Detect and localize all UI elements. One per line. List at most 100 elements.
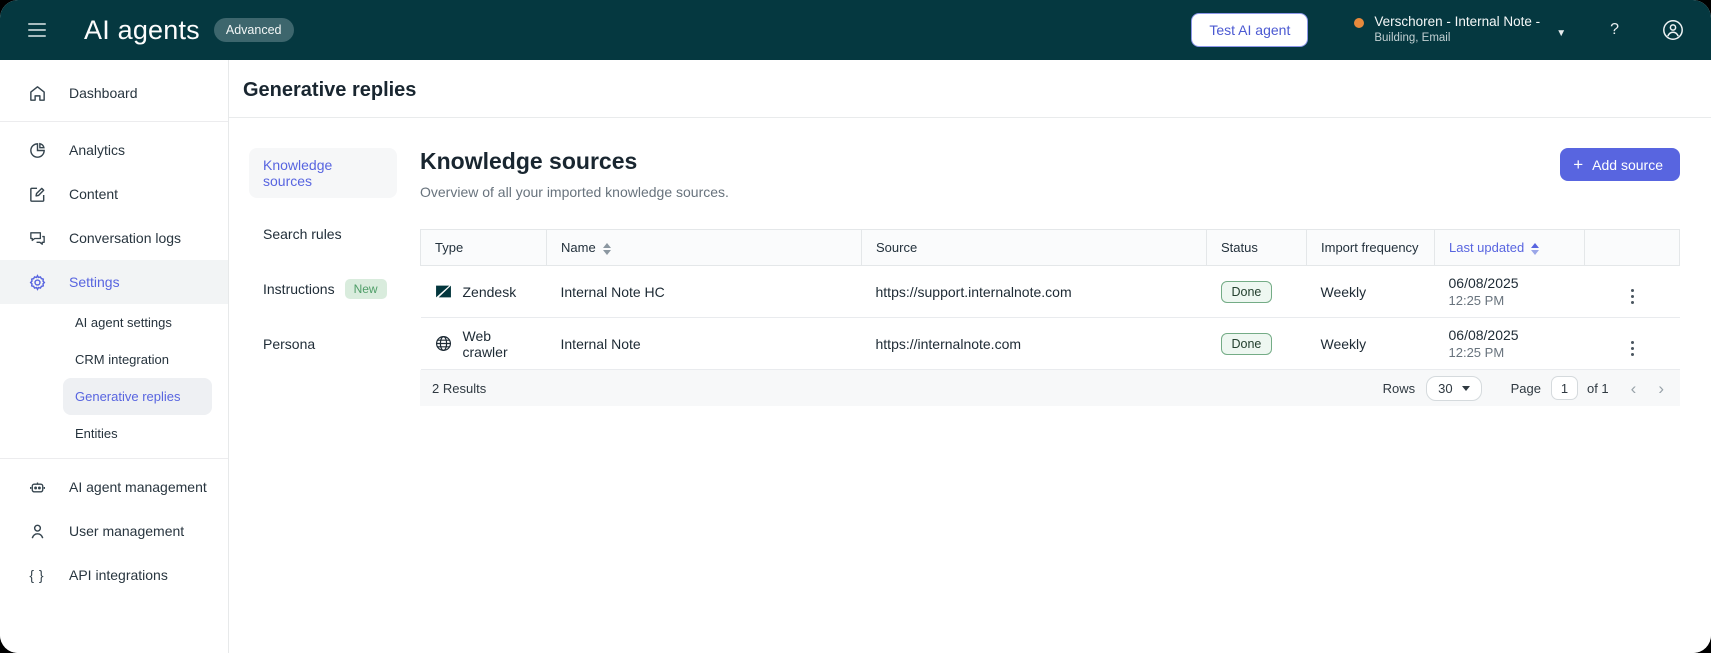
- column-label: Source: [876, 240, 918, 255]
- column-header-import-frequency[interactable]: Import frequency: [1306, 229, 1435, 266]
- column-header-name[interactable]: Name: [546, 229, 862, 266]
- import-frequency: Weekly: [1306, 265, 1435, 318]
- sidebar-subitem-generative-replies[interactable]: Generative replies: [63, 378, 212, 415]
- sidebar-item-label: API integrations: [69, 567, 168, 583]
- add-source-button[interactable]: + Add source: [1560, 148, 1680, 181]
- updated-date: 06/08/2025: [1448, 327, 1519, 343]
- sidebar-item-api-integrations[interactable]: { } API integrations: [0, 553, 228, 597]
- source-type: Web crawler: [462, 327, 508, 360]
- plan-badge: Advanced: [213, 18, 294, 42]
- test-ai-agent-button[interactable]: Test AI agent: [1191, 13, 1309, 47]
- chat-bubbles-icon: [27, 228, 47, 248]
- table-footer: 2 Results Rows 30 Page of 1 ‹ ›: [420, 370, 1680, 406]
- results-count: 2 Results: [432, 380, 487, 396]
- sidebar-item-label: Settings: [69, 274, 120, 290]
- person-icon: [27, 521, 47, 541]
- zendesk-icon: [435, 283, 452, 300]
- knowledge-sources-panel: Knowledge sources Overview of all your i…: [420, 148, 1680, 653]
- page-title: Generative replies: [243, 79, 417, 101]
- column-header-last-updated[interactable]: Last updated: [1434, 229, 1585, 266]
- page-title-bar: Generative replies: [229, 60, 1711, 118]
- column-header-source[interactable]: Source: [861, 229, 1207, 266]
- sidebar-item-content[interactable]: Content: [0, 172, 228, 216]
- add-source-label: Add source: [1592, 156, 1663, 173]
- hamburger-menu-icon[interactable]: [28, 23, 46, 37]
- sidebar-subitem-crm-integration[interactable]: CRM integration: [0, 341, 228, 378]
- sidebar-item-conversation-logs[interactable]: Conversation logs: [0, 216, 228, 260]
- help-icon[interactable]: ?: [1610, 21, 1619, 39]
- sidebar-subitem-entities[interactable]: Entities: [0, 415, 228, 452]
- app-window: AI agents Advanced Test AI agent Verscho…: [0, 0, 1711, 653]
- page-number-input[interactable]: [1550, 376, 1578, 400]
- sort-icon: [602, 242, 611, 255]
- sidebar-subitem-label: CRM integration: [75, 352, 169, 367]
- tab-instructions[interactable]: Instructions New: [249, 270, 401, 308]
- rows-per-page-select[interactable]: 30: [1426, 375, 1482, 401]
- tab-persona[interactable]: Persona: [249, 327, 329, 361]
- account-menu[interactable]: Verschoren - Internal Note - Building, E…: [1354, 14, 1566, 45]
- edit-square-icon: [27, 184, 47, 204]
- source-name: Internal Note HC: [546, 265, 862, 318]
- section-heading: Knowledge sources: [420, 148, 638, 174]
- column-label: Import frequency: [1321, 240, 1419, 255]
- status-badge: Done: [1220, 280, 1273, 303]
- avatar-icon[interactable]: [1661, 18, 1685, 42]
- sidebar-item-analytics[interactable]: Analytics: [0, 128, 228, 172]
- sidebar-item-label: AI agent management: [69, 479, 207, 495]
- tab-search-rules[interactable]: Search rules: [249, 217, 356, 251]
- column-label: Name: [561, 240, 596, 255]
- updated-time: 12:25 PM: [1448, 345, 1505, 360]
- main-content: Generative replies Knowledge sources Sea…: [229, 60, 1711, 653]
- page-label: Page: [1510, 380, 1541, 396]
- kebab-menu-icon[interactable]: [1630, 341, 1634, 356]
- tab-knowledge-sources[interactable]: Knowledge sources: [249, 148, 397, 198]
- column-label: Last updated: [1449, 240, 1525, 255]
- sidebar-item-dashboard[interactable]: Dashboard: [0, 71, 228, 115]
- braces-icon: { }: [29, 567, 45, 583]
- chevron-down-icon: ▼: [1556, 27, 1567, 39]
- table-header-row: Type Name Source Status Import frequency…: [420, 229, 1680, 266]
- caret-down-icon: [1461, 385, 1470, 391]
- robot-icon: [27, 477, 47, 497]
- sidebar-item-label: Conversation logs: [69, 230, 182, 246]
- sidebar-item-label: Analytics: [69, 142, 126, 158]
- section-subheading: Overview of all your imported knowledge …: [420, 184, 729, 200]
- column-header-type[interactable]: Type: [420, 229, 547, 266]
- account-name: Verschoren - Internal Note -: [1374, 14, 1541, 30]
- app-title: AI agents: [84, 14, 200, 45]
- org-status-dot: [1354, 18, 1365, 28]
- knowledge-sources-table: Type Name Source Status Import frequency…: [420, 229, 1680, 370]
- next-page-button[interactable]: ›: [1658, 380, 1664, 397]
- rows-per-page-value: 30: [1438, 380, 1453, 396]
- source-name: Internal Note: [546, 317, 862, 370]
- sidebar-item-settings[interactable]: Settings: [0, 260, 228, 304]
- sidebar-item-label: User management: [69, 523, 185, 539]
- sidebar-item-ai-agent-management[interactable]: AI agent management: [0, 465, 228, 509]
- sidebar-subitem-label: AI agent settings: [75, 315, 172, 330]
- table-row: Web crawler Internal Note https://intern…: [420, 317, 1680, 370]
- source-type: Zendesk: [462, 283, 517, 300]
- column-header-actions: [1584, 229, 1680, 266]
- updated-date: 06/08/2025: [1448, 275, 1519, 291]
- tab-label: Knowledge sources: [263, 157, 333, 189]
- table-row: Zendesk Internal Note HC https://support…: [420, 265, 1680, 318]
- sidebar-item-label: Content: [69, 186, 119, 202]
- home-icon: [27, 83, 47, 103]
- gear-icon: [27, 272, 47, 292]
- column-label: Type: [435, 240, 464, 255]
- sidebar-subitem-ai-agent-settings[interactable]: AI agent settings: [0, 304, 228, 341]
- tab-label: Search rules: [263, 226, 342, 242]
- new-badge: New: [344, 279, 387, 299]
- page-total: of 1: [1586, 380, 1609, 396]
- kebab-menu-icon[interactable]: [1630, 289, 1634, 304]
- updated-time: 12:25 PM: [1448, 293, 1505, 308]
- sidebar-item-user-management[interactable]: User management: [0, 509, 228, 553]
- sidebar-divider: [0, 121, 228, 122]
- tab-label: Instructions: [263, 281, 335, 297]
- column-header-status[interactable]: Status: [1206, 229, 1307, 266]
- rows-label: Rows: [1382, 380, 1416, 396]
- sidebar-item-label: Dashboard: [69, 85, 138, 101]
- source-url: https://support.internalnote.com: [861, 265, 1207, 318]
- plus-icon: +: [1573, 155, 1584, 174]
- previous-page-button[interactable]: ‹: [1631, 380, 1637, 397]
